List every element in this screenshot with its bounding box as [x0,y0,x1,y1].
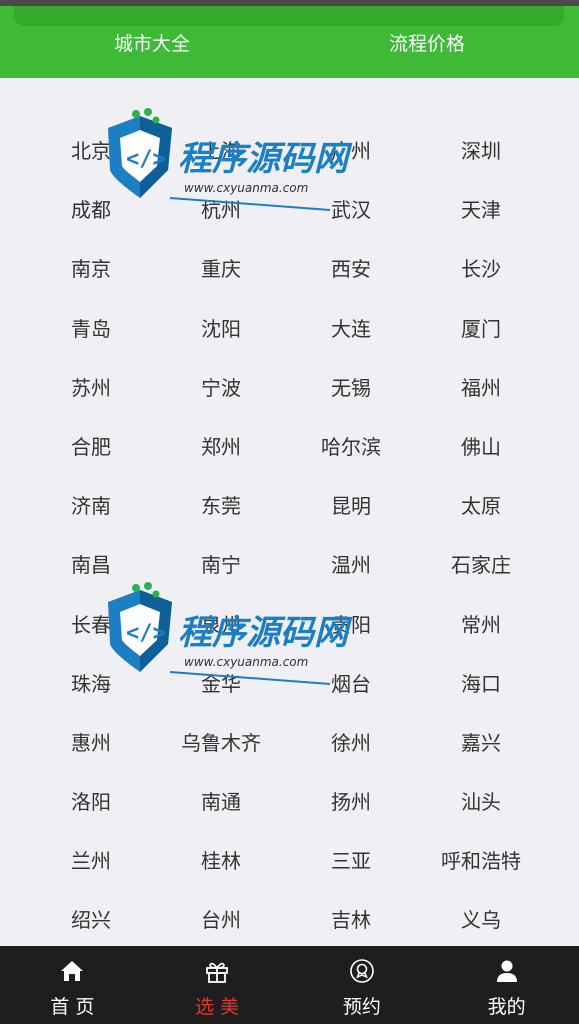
city-item[interactable]: 石家庄 [416,536,546,595]
city-item[interactable]: 金华 [156,655,286,714]
city-item[interactable]: 常州 [416,596,546,655]
city-item[interactable]: 南昌 [26,536,156,595]
city-item[interactable]: 南京 [26,240,156,299]
city-item[interactable]: 大连 [286,300,416,359]
tabbar-item-booking[interactable]: 预约 [290,946,435,1024]
city-item[interactable]: 无锡 [286,359,416,418]
city-item[interactable]: 武汉 [286,181,416,240]
bottom-tab-bar: 首 页 选 美 预约 我的 [0,946,579,1024]
city-item[interactable]: 佛山 [416,418,546,477]
city-item[interactable]: 北京 [26,122,156,181]
city-item[interactable]: 沈阳 [156,300,286,359]
city-item[interactable]: 广州 [286,122,416,181]
city-item[interactable]: 郑州 [156,418,286,477]
city-item[interactable]: 吉林 [286,891,416,950]
city-item[interactable]: 宁波 [156,359,286,418]
city-item[interactable]: 长春 [26,596,156,655]
city-item[interactable]: 嘉兴 [416,714,546,773]
city-item[interactable]: 深圳 [416,122,546,181]
header-bar: 城市大全 流程价格 [0,6,579,78]
city-item[interactable]: 青岛 [26,300,156,359]
header-inner-bar [14,6,564,26]
city-item[interactable]: 台州 [156,891,286,950]
city-item[interactable]: 烟台 [286,655,416,714]
badge-icon [350,959,374,983]
city-item[interactable]: 惠州 [26,714,156,773]
city-item[interactable]: 哈尔滨 [286,418,416,477]
gift-icon [206,962,229,983]
city-item[interactable]: 洛阳 [26,773,156,832]
city-item[interactable]: 扬州 [286,773,416,832]
city-item[interactable]: 南宁 [156,536,286,595]
city-item[interactable]: 南通 [156,773,286,832]
city-item[interactable]: 合肥 [26,418,156,477]
city-item[interactable]: 乌鲁木齐 [156,714,286,773]
city-item[interactable]: 桂林 [156,832,286,891]
city-item[interactable]: 济南 [26,477,156,536]
city-item[interactable]: 上海 [156,122,286,181]
home-icon [61,961,84,981]
tabbar-item-home[interactable]: 首 页 [0,946,145,1024]
user-icon [496,960,517,982]
tabbar-label: 选 美 [195,996,240,1018]
city-item[interactable]: 成都 [26,181,156,240]
city-item[interactable]: 呼和浩特 [416,832,546,891]
tab-city-list[interactable]: 城市大全 [52,26,252,62]
city-item[interactable]: 兰州 [26,832,156,891]
city-item[interactable]: 重庆 [156,240,286,299]
city-item[interactable]: 绍兴 [26,891,156,950]
city-item[interactable]: 昆明 [286,477,416,536]
city-item[interactable]: 义乌 [416,891,546,950]
tabbar-label: 我的 [487,996,526,1018]
city-item[interactable]: 苏州 [26,359,156,418]
tab-process-price[interactable]: 流程价格 [327,26,527,62]
tabbar-label: 预约 [342,996,381,1018]
city-grid: 北京 上海 广州 深圳成都 杭州 武汉 天津南京 重庆 西安 长沙青岛 沈阳 大连 厦门苏州 宁波 无锡 福州… [26,122,546,951]
city-item[interactable]: 徐州 [286,714,416,773]
city-item[interactable]: 三亚 [286,832,416,891]
tabbar-item-select[interactable]: 选 美 [145,946,290,1024]
tabbar-item-mine[interactable]: 我的 [434,946,579,1024]
city-item[interactable]: 太原 [416,477,546,536]
city-item[interactable]: 汕头 [416,773,546,832]
city-item[interactable]: 福州 [416,359,546,418]
city-item[interactable]: 泉州 [156,596,286,655]
city-item[interactable]: 天津 [416,181,546,240]
city-item[interactable]: 珠海 [26,655,156,714]
city-item[interactable]: 厦门 [416,300,546,359]
city-item[interactable]: 海口 [416,655,546,714]
tabbar-label: 首 页 [50,996,95,1018]
city-item[interactable]: 杭州 [156,181,286,240]
city-item[interactable]: 贵阳 [286,596,416,655]
city-item[interactable]: 西安 [286,240,416,299]
city-item[interactable]: 温州 [286,536,416,595]
city-item[interactable]: 长沙 [416,240,546,299]
city-item[interactable]: 东莞 [156,477,286,536]
